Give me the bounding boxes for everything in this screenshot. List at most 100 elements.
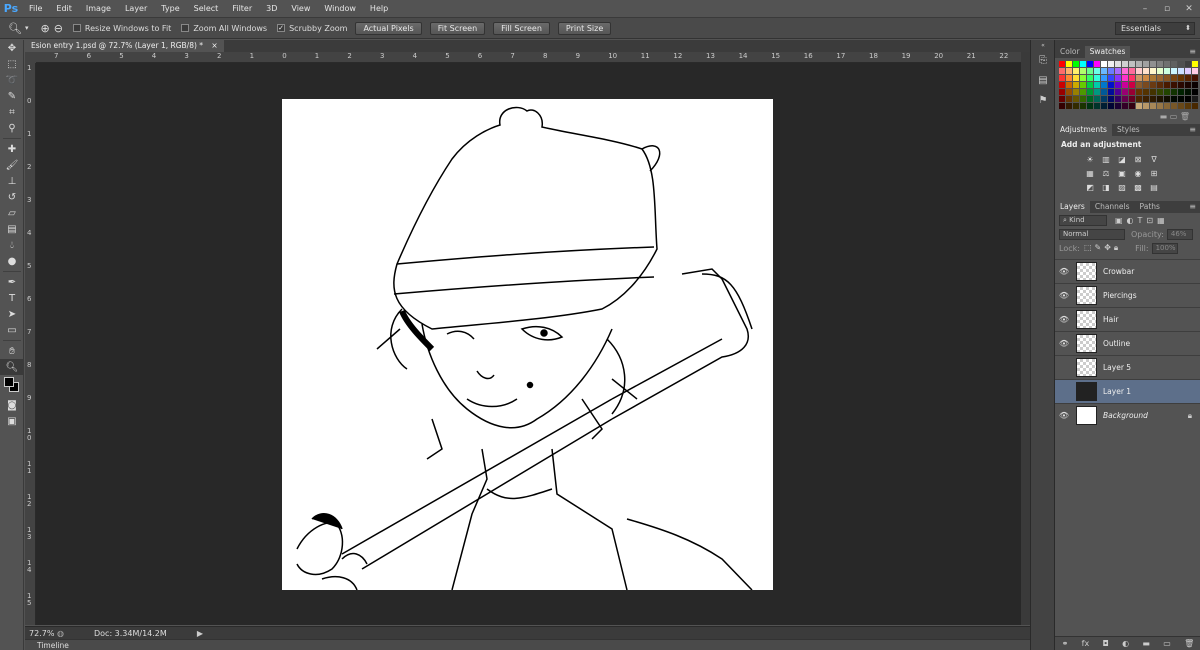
swatch[interactable] bbox=[1101, 96, 1107, 102]
swatch[interactable] bbox=[1059, 75, 1065, 81]
menu-select[interactable]: Select bbox=[187, 0, 226, 17]
swatch[interactable] bbox=[1150, 103, 1156, 109]
fill-screen-button[interactable]: Fill Screen bbox=[493, 21, 550, 35]
swatch[interactable] bbox=[1171, 96, 1177, 102]
swatch[interactable] bbox=[1122, 89, 1128, 95]
crop-tool-icon[interactable]: ⌗ bbox=[0, 104, 24, 120]
swatch[interactable] bbox=[1192, 103, 1198, 109]
close-tab-icon[interactable]: × bbox=[211, 41, 217, 50]
print-size-button[interactable]: Print Size bbox=[557, 21, 612, 35]
swatch[interactable] bbox=[1157, 89, 1163, 95]
visibility-eye-icon[interactable]: 👁︎ bbox=[1055, 363, 1073, 372]
swatch[interactable] bbox=[1087, 68, 1093, 74]
swatch[interactable] bbox=[1087, 82, 1093, 88]
swatch[interactable] bbox=[1059, 103, 1065, 109]
swatch[interactable] bbox=[1122, 68, 1128, 74]
adjustment-icon[interactable]: ⊞ bbox=[1149, 169, 1159, 179]
brush-tool-icon[interactable]: 🖌︎ bbox=[0, 157, 24, 173]
opacity-input[interactable]: 46% bbox=[1166, 228, 1193, 240]
tab-swatches[interactable]: Swatches bbox=[1084, 46, 1131, 58]
swatch[interactable] bbox=[1066, 89, 1072, 95]
adjustment-icon[interactable]: ▨ bbox=[1117, 183, 1127, 193]
swatch[interactable] bbox=[1129, 82, 1135, 88]
swatch[interactable] bbox=[1108, 68, 1114, 74]
swatch[interactable] bbox=[1101, 68, 1107, 74]
gradient-tool-icon[interactable]: ▤ bbox=[0, 221, 24, 237]
actions-icon[interactable]: ⚑ bbox=[1031, 90, 1055, 110]
swatch[interactable] bbox=[1129, 68, 1135, 74]
zoom-out-icon[interactable]: ⊖ bbox=[54, 22, 63, 35]
swatch[interactable] bbox=[1143, 61, 1149, 67]
close-button[interactable]: ✕ bbox=[1178, 0, 1200, 17]
swatch[interactable] bbox=[1164, 61, 1170, 67]
swatch[interactable] bbox=[1108, 89, 1114, 95]
swatch[interactable] bbox=[1115, 75, 1121, 81]
menu-view[interactable]: View bbox=[284, 0, 317, 17]
zoom-level[interactable]: 72.7% bbox=[25, 629, 55, 638]
swatch[interactable] bbox=[1178, 89, 1184, 95]
layers-footer-icon[interactable]: 🗑 bbox=[1184, 639, 1194, 648]
foreground-color[interactable] bbox=[4, 377, 14, 387]
checkbox-scrubby-zoom[interactable]: ✓ Scrubby Zoom bbox=[277, 24, 347, 33]
swatch[interactable] bbox=[1136, 89, 1142, 95]
fit-screen-button[interactable]: Fit Screen bbox=[429, 21, 486, 35]
collapse-icon[interactable]: « bbox=[1031, 40, 1055, 50]
swatch[interactable] bbox=[1087, 103, 1093, 109]
swatch[interactable] bbox=[1059, 68, 1065, 74]
swatch[interactable] bbox=[1164, 68, 1170, 74]
visibility-eye-icon[interactable]: 👁︎ bbox=[1055, 315, 1073, 324]
swatch[interactable] bbox=[1059, 61, 1065, 67]
lock-icons[interactable]: ⬚✎✥🔒︎ bbox=[1084, 243, 1121, 253]
swatch[interactable] bbox=[1150, 89, 1156, 95]
adjustment-icon[interactable]: ⚖ bbox=[1101, 169, 1111, 179]
checkbox-resize-windows-to-fit[interactable]: Resize Windows to Fit bbox=[72, 24, 171, 33]
swatch[interactable] bbox=[1122, 75, 1128, 81]
swatch[interactable] bbox=[1115, 82, 1121, 88]
swatch[interactable] bbox=[1080, 61, 1086, 67]
menu-filter[interactable]: Filter bbox=[225, 0, 259, 17]
layers-footer-icon[interactable]: ▭ bbox=[1163, 639, 1171, 648]
adjustment-icon[interactable]: ▤ bbox=[1149, 183, 1159, 193]
swatch[interactable] bbox=[1094, 96, 1100, 102]
lasso-tool-icon[interactable]: ➰ bbox=[0, 72, 24, 88]
swatch[interactable] bbox=[1129, 75, 1135, 81]
swatch[interactable] bbox=[1094, 68, 1100, 74]
menu-type[interactable]: Type bbox=[154, 0, 186, 17]
layers-footer-icon[interactable]: ◐ bbox=[1122, 639, 1129, 648]
status-menu-arrow-icon[interactable]: ▶ bbox=[197, 629, 203, 638]
swatch[interactable] bbox=[1122, 103, 1128, 109]
swatch[interactable] bbox=[1087, 96, 1093, 102]
swatch[interactable] bbox=[1073, 96, 1079, 102]
swatch[interactable] bbox=[1157, 82, 1163, 88]
swatch[interactable] bbox=[1192, 75, 1198, 81]
fill-input[interactable]: 100% bbox=[1151, 242, 1178, 254]
swatch[interactable] bbox=[1108, 103, 1114, 109]
swatch[interactable] bbox=[1129, 103, 1135, 109]
kind-filter-select[interactable]: ⌕ Kind bbox=[1059, 214, 1107, 226]
swatch[interactable] bbox=[1164, 75, 1170, 81]
tab-styles[interactable]: Styles bbox=[1112, 124, 1145, 136]
type-tool-icon[interactable]: T bbox=[0, 290, 24, 306]
swatch[interactable] bbox=[1150, 82, 1156, 88]
history-icon[interactable]: ⎘ bbox=[1031, 50, 1055, 70]
menu-3d[interactable]: 3D bbox=[259, 0, 284, 17]
checkbox-zoom-all-windows[interactable]: Zoom All Windows bbox=[181, 24, 267, 33]
menu-file[interactable]: File bbox=[22, 0, 49, 17]
visibility-eye-icon[interactable]: 👁︎ bbox=[1055, 339, 1073, 348]
swatch[interactable] bbox=[1171, 103, 1177, 109]
swatch[interactable] bbox=[1087, 61, 1093, 67]
actual-pixels-button[interactable]: Actual Pixels bbox=[355, 21, 422, 35]
layer-row[interactable]: 👁︎ Hair bbox=[1055, 307, 1200, 331]
panel-menu-icon[interactable]: ≡ bbox=[1189, 46, 1196, 58]
swatch[interactable] bbox=[1150, 61, 1156, 67]
swatch[interactable] bbox=[1150, 75, 1156, 81]
swatch[interactable] bbox=[1087, 89, 1093, 95]
move-tool-icon[interactable]: ✥ bbox=[0, 40, 24, 56]
swatch[interactable] bbox=[1115, 61, 1121, 67]
swatch[interactable] bbox=[1171, 82, 1177, 88]
zoom-tool-icon[interactable]: 🔍︎ bbox=[8, 22, 22, 35]
tab-layers[interactable]: Layers bbox=[1055, 201, 1090, 213]
swatch[interactable] bbox=[1178, 82, 1184, 88]
swatch[interactable] bbox=[1143, 68, 1149, 74]
eraser-tool-icon[interactable]: ▱ bbox=[0, 205, 24, 221]
